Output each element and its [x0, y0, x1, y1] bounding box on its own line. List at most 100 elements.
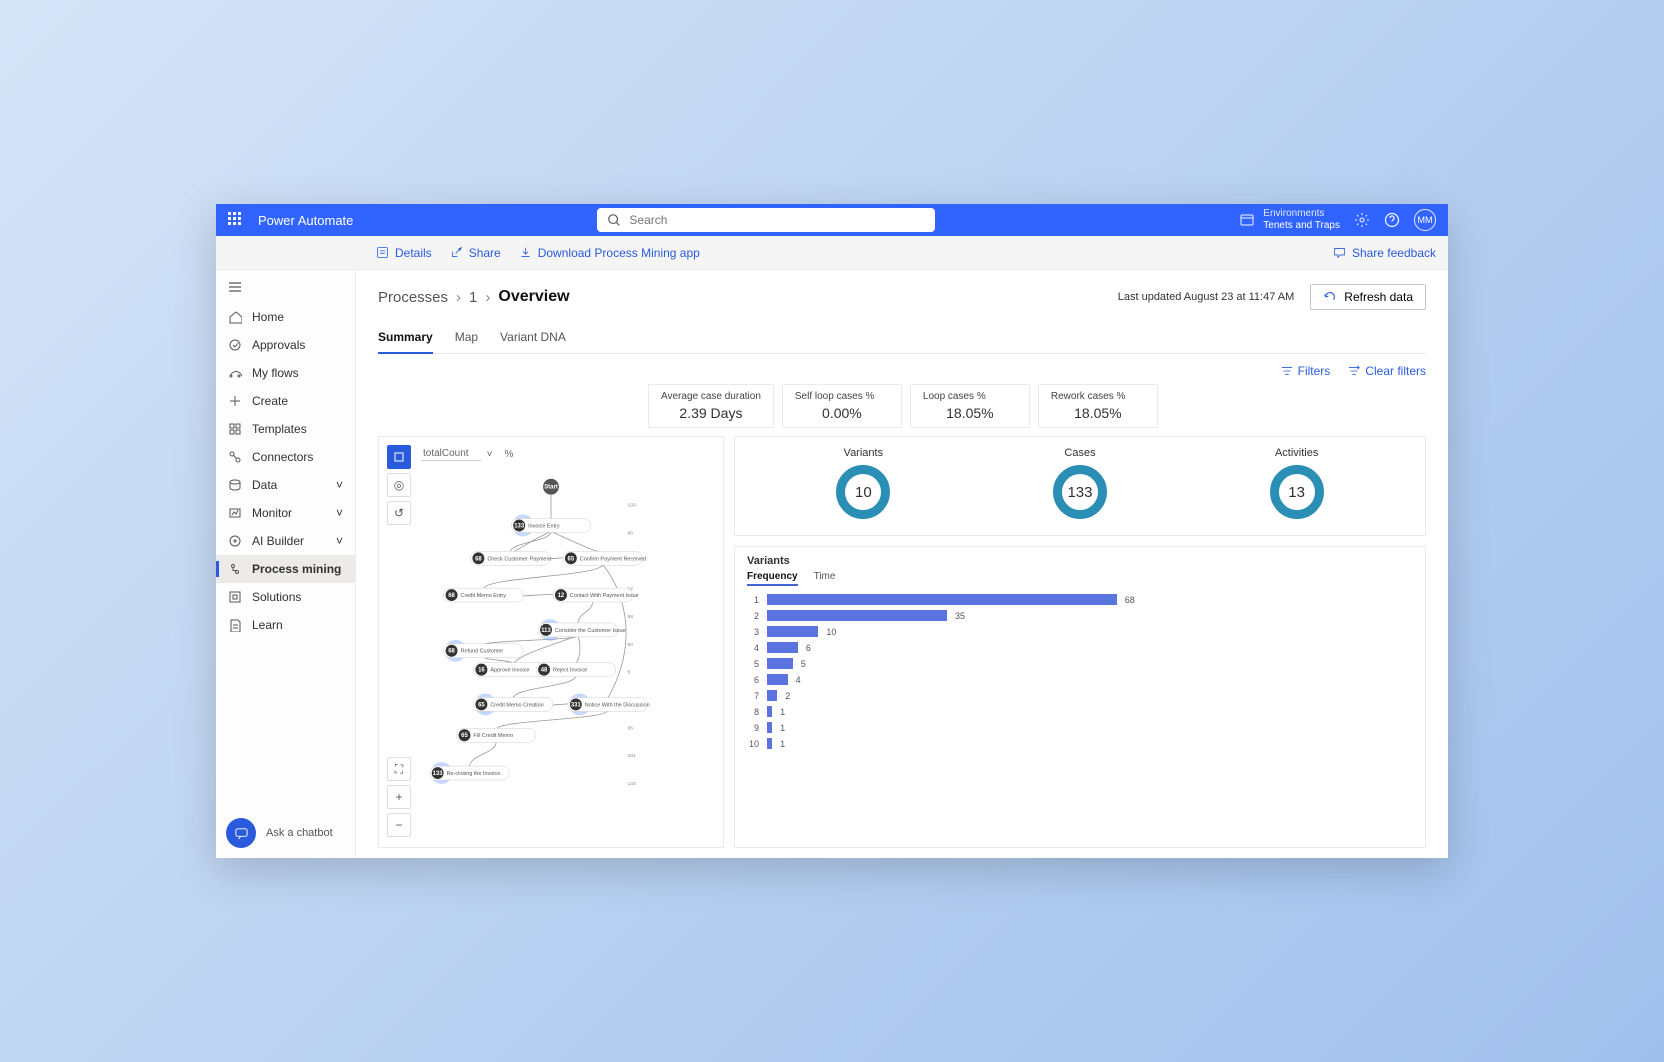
nav-item-data[interactable]: Data˅	[216, 471, 355, 499]
tab-map[interactable]: Map	[455, 324, 478, 353]
bar-row[interactable]: 168	[747, 594, 1413, 605]
svg-text:133: 133	[628, 781, 637, 787]
svg-text:Fill Credit Memo: Fill Credit Memo	[473, 733, 513, 739]
svg-text:68: 68	[448, 593, 455, 599]
svg-text:331: 331	[628, 753, 637, 759]
bar-row[interactable]: 46	[747, 642, 1413, 653]
chevron-down-icon: ˅	[336, 534, 343, 548]
details-button[interactable]: Details	[376, 246, 432, 260]
svg-text:5: 5	[628, 670, 631, 676]
kpi-card: Rework cases %18.05%	[1038, 384, 1158, 428]
ring-cases: Cases133	[1053, 447, 1107, 519]
nav-collapse-button[interactable]	[216, 274, 355, 303]
bar-row[interactable]: 310	[747, 626, 1413, 637]
svg-text:50: 50	[628, 642, 634, 648]
nav-item-create[interactable]: Create	[216, 387, 355, 415]
feedback-icon	[1333, 246, 1346, 259]
svg-text:Reject Invoice: Reject Invoice	[553, 668, 587, 674]
nav-item-monitor[interactable]: Monitor˅	[216, 499, 355, 527]
process-map-canvas[interactable]: 1336568126850511365331133Start133Invoice…	[379, 437, 723, 805]
nav-icon	[228, 506, 242, 520]
main-content: Processes › 1 › Overview Last updated Au…	[356, 270, 1448, 858]
nav-item-home[interactable]: Home	[216, 303, 355, 331]
nav-icon	[228, 478, 242, 492]
nav-item-templates[interactable]: Templates	[216, 415, 355, 443]
topbar: Power Automate Environments Tenets and T…	[216, 204, 1448, 236]
search-input[interactable]	[629, 213, 925, 227]
nav-item-connectors[interactable]: Connectors	[216, 443, 355, 471]
nav-icon	[228, 394, 242, 408]
last-updated-text: Last updated August 23 at 11:47 AM	[1118, 291, 1295, 303]
refresh-button[interactable]: Refresh data	[1310, 284, 1426, 310]
app-title: Power Automate	[258, 213, 353, 228]
nav-icon	[228, 450, 242, 464]
nav-icon	[228, 590, 242, 604]
nav-icon	[228, 534, 242, 548]
bar-row[interactable]: 81	[747, 706, 1413, 717]
download-button[interactable]: Download Process Mining app	[519, 246, 700, 260]
share-button[interactable]: Share	[450, 246, 501, 260]
filter-icon	[1281, 365, 1293, 377]
svg-text:113: 113	[541, 628, 551, 634]
variants-tab-time[interactable]: Time	[814, 571, 836, 586]
nav-item-learn[interactable]: Learn	[216, 611, 355, 639]
chatbot-button[interactable]: Ask a chatbot	[226, 818, 333, 848]
app-window: Power Automate Environments Tenets and T…	[216, 204, 1448, 858]
chevron-right-icon: ›	[456, 289, 461, 306]
search-icon	[607, 213, 621, 227]
avatar[interactable]: MM	[1414, 209, 1436, 231]
tab-variant-dna[interactable]: Variant DNA	[500, 324, 566, 353]
chevron-right-icon: ›	[485, 289, 490, 306]
nav-item-ai-builder[interactable]: AI Builder˅	[216, 527, 355, 555]
svg-text:Approve Invoice: Approve Invoice	[490, 668, 529, 674]
svg-text:65: 65	[478, 702, 485, 708]
bar-row[interactable]: 235	[747, 610, 1413, 621]
refresh-icon	[1323, 290, 1337, 304]
nav-item-approvals[interactable]: Approvals	[216, 331, 355, 359]
environment-name: Tenets and Traps	[1263, 220, 1340, 232]
filters-button[interactable]: Filters	[1281, 364, 1331, 378]
clear-filters-button[interactable]: Clear filters	[1348, 364, 1426, 378]
tab-summary[interactable]: Summary	[378, 324, 433, 354]
variants-tab-frequency[interactable]: Frequency	[747, 571, 798, 586]
environment-picker[interactable]: Environments Tenets and Traps	[1239, 208, 1340, 232]
nav-icon	[228, 310, 242, 324]
nav-icon	[228, 618, 242, 632]
share-icon	[450, 246, 463, 259]
svg-text:68: 68	[628, 614, 634, 620]
nav-item-my-flows[interactable]: My flows	[216, 359, 355, 387]
svg-text:68: 68	[475, 556, 482, 562]
svg-text:133: 133	[514, 523, 525, 529]
waffle-icon[interactable]	[228, 212, 244, 228]
hamburger-icon	[228, 280, 242, 294]
svg-text:133: 133	[433, 771, 444, 777]
clear-filter-icon	[1348, 365, 1360, 377]
ring-variants: Variants10	[836, 447, 890, 519]
nav-icon	[228, 366, 242, 380]
bar-row[interactable]: 72	[747, 690, 1413, 701]
svg-text:Consider the Customer Issue: Consider the Customer Issue	[555, 628, 626, 634]
map-zoom-out-button[interactable]: −	[387, 813, 411, 837]
chevron-down-icon: ˅	[336, 506, 343, 520]
breadcrumb: Processes › 1 › Overview	[378, 288, 570, 306]
svg-text:65: 65	[461, 733, 468, 739]
bar-row[interactable]: 101	[747, 738, 1413, 749]
bar-row[interactable]: 55	[747, 658, 1413, 669]
breadcrumb-mid[interactable]: 1	[469, 289, 477, 306]
breadcrumb-current: Overview	[498, 288, 569, 306]
left-nav: HomeApprovalsMy flowsCreateTemplatesConn…	[216, 270, 356, 858]
search-input-wrapper[interactable]	[597, 208, 935, 232]
variants-title: Variants	[747, 555, 1413, 567]
bar-row[interactable]: 91	[747, 722, 1413, 733]
settings-icon[interactable]	[1354, 212, 1370, 228]
help-icon[interactable]	[1384, 212, 1400, 228]
feedback-button[interactable]: Share feedback	[1333, 246, 1436, 260]
nav-item-solutions[interactable]: Solutions	[216, 583, 355, 611]
breadcrumb-root[interactable]: Processes	[378, 289, 448, 306]
bar-row[interactable]: 64	[747, 674, 1413, 685]
nav-icon	[228, 338, 242, 352]
svg-text:48: 48	[541, 668, 548, 674]
kpi-card: Average case duration2.39 Days	[648, 384, 774, 428]
nav-item-process-mining[interactable]: Process mining	[216, 555, 355, 583]
environment-label: Environments	[1263, 208, 1340, 220]
